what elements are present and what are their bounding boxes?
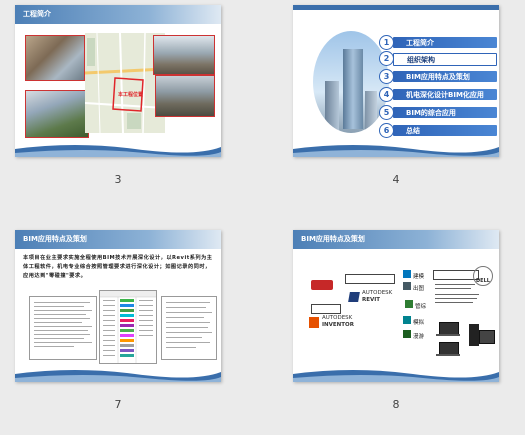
color-table [100,291,156,363]
menu-label: BIM的综合应用 [406,109,456,117]
slide-title: BIM应用特点及策划 [23,235,87,243]
menu-index-2: 2 [379,51,394,66]
software-group-box-top [345,274,395,284]
slide-thumbnail-3[interactable]: 工程简介 本工程位置 [15,5,221,157]
tool-label-4: 模拟 [413,320,425,326]
slide-number-3: 3 [114,173,122,186]
autodesk-revit-logo: AUTODESK REVIT [348,290,405,306]
document-thumbnail-left [29,296,97,360]
laptop-base-1 [436,334,460,336]
site-photo-top-left [25,35,85,81]
laptop-base-2 [436,354,460,356]
inventor-icon [309,317,319,328]
tool-label-2: 出图 [413,286,425,292]
slide-number-4: 4 [392,173,400,186]
tool-label-5: 漫游 [413,334,425,340]
autodesk-inventor-logo: AUTODESK INVENTOR [309,314,365,332]
tool-label-1: 建模 [413,274,425,280]
desktop-monitor-icon [479,330,495,344]
menu-label: BIM应用特点及策划 [406,73,470,81]
site-photo-top-right [153,35,215,75]
slide-header: 工程简介 [15,5,221,24]
slide-title: BIM应用特点及策划 [301,235,365,243]
footer-wave [15,370,221,382]
footer-wave [293,145,499,157]
revit-brand: AUTODESK [362,290,393,296]
menu-label: 组织架构 [407,56,435,64]
slide-header: BIM应用特点及策划 [15,230,221,249]
document-thumbnail-right [161,296,217,360]
menu-item-1[interactable]: 工程简介 [393,37,497,48]
tool-icon-3 [405,300,413,308]
slide-thumbnail-7[interactable]: BIM应用特点及策划 本项目在业主要求实施全程使用BIM技术开展深化设计，以Re… [15,230,221,382]
menu-label: 工程简介 [406,39,434,47]
top-band [293,5,499,10]
inventor-brand: AUTODESK [322,315,353,321]
dell-text: DELL [476,278,490,284]
slide-title: 工程简介 [23,10,51,18]
footer-wave [293,370,499,382]
tool-icon-2 [403,282,411,290]
software-logo-top-left [311,280,333,290]
revit-product: REVIT [362,297,381,303]
menu-item-6[interactable]: 总结 [393,125,497,136]
menu-item-5[interactable]: BIM的综合应用 [393,107,497,118]
menu-index-6: 6 [379,123,394,138]
slide-number-8: 8 [392,398,400,411]
dell-logo: DELL [473,266,493,286]
menu-index-4: 4 [379,87,394,102]
inventor-product: INVENTOR [322,322,354,328]
menu-index-3: 3 [379,69,394,84]
menu-label: 机电深化设计BIM化应用 [406,91,484,99]
slide-thumbnail-4[interactable]: 1 工程简介 2 组织架构 3 BIM应用特点及策划 4 机电深化设计BIM化应… [293,5,499,157]
desktop-tower-icon [469,324,479,346]
site-photo-bottom-left [25,90,89,138]
slide-number-7: 7 [114,398,122,411]
menu-item-4[interactable]: 机电深化设计BIM化应用 [393,89,497,100]
slide-body-text: 本项目在业主要求实施全程使用BIM技术开展深化设计，以Revit系列为主体工程软… [23,255,213,279]
tool-icon-4 [403,316,411,324]
tool-icon-1 [403,270,411,278]
slide-header: BIM应用特点及策划 [293,230,499,249]
software-group-box-bottom [311,304,341,314]
menu-label: 总结 [406,127,420,135]
tool-icon-5 [403,330,411,338]
menu-index-5: 5 [379,105,394,120]
menu-index-1: 1 [379,35,394,50]
footer-wave [15,145,221,157]
revit-icon [348,292,360,302]
site-photo-middle-right [155,75,215,117]
menu-item-2[interactable]: 组织架构 [393,53,497,66]
map-project-label: 本工程位置 [118,92,144,98]
slide-thumbnail-8[interactable]: BIM应用特点及策划 AUTODESK REVIT AUTODESK INVEN… [293,230,499,382]
menu-item-3[interactable]: BIM应用特点及策划 [393,71,497,82]
tool-label-3: 管综 [415,304,427,310]
skyscraper-oval-image [313,31,389,133]
color-table-thumbnail [99,290,157,364]
